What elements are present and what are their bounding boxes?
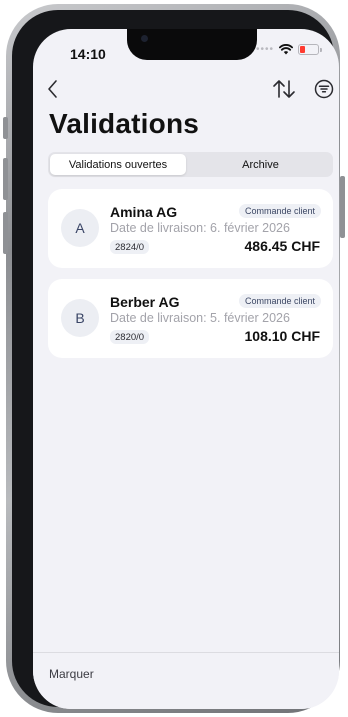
type-badge: Commande client	[238, 294, 321, 308]
power-button	[340, 176, 345, 238]
filter-circle-icon	[314, 79, 334, 99]
back-button[interactable]	[45, 78, 65, 100]
avatar: B	[61, 299, 99, 337]
volume-up-button	[3, 158, 8, 200]
customer-name: Amina AG	[110, 204, 178, 220]
order-number: 2824/0	[110, 240, 150, 254]
delivery-date: Date de livraison: 6. février 2026	[110, 221, 290, 235]
volume-down-button	[3, 212, 8, 254]
battery-icon	[298, 44, 322, 55]
tab-open-validations[interactable]: Validations ouvertes	[50, 154, 186, 175]
camera-icon	[141, 35, 148, 42]
page-title: Validations	[49, 108, 200, 139]
bottom-toolbar: Marquer	[33, 652, 339, 709]
action-button	[3, 117, 8, 139]
wifi-icon	[279, 44, 293, 55]
order-number: 2820/0	[110, 330, 150, 344]
customer-name: Berber AG	[110, 294, 180, 310]
chevron-left-icon	[48, 80, 57, 98]
order-amount: 486.45 CHF	[244, 238, 320, 254]
validation-card[interactable]: B Berber AG Commande client Date de livr…	[48, 279, 333, 358]
delivery-date: Date de livraison: 5. février 2026	[110, 311, 290, 325]
dynamic-island	[127, 29, 257, 60]
phone-bezel: 14:10 •••• Validations Validations ouver…	[12, 10, 339, 709]
status-indicators: ••••	[255, 44, 322, 55]
sort-button[interactable]	[271, 77, 297, 101]
status-time: 14:10	[70, 46, 106, 62]
battery-level	[300, 46, 305, 53]
app-screen: 14:10 •••• Validations Validations ouver…	[33, 29, 339, 709]
segmented-control: Validations ouvertes Archive	[48, 152, 333, 177]
validation-card[interactable]: A Amina AG Commande client Date de livra…	[48, 189, 333, 268]
filter-button[interactable]	[314, 79, 334, 99]
tab-archive[interactable]: Archive	[190, 154, 331, 175]
mark-button[interactable]: Marquer	[49, 667, 94, 681]
sort-arrows-icon	[273, 80, 295, 98]
order-amount: 108.10 CHF	[244, 328, 320, 344]
avatar: A	[61, 209, 99, 247]
cellular-signal-icon: ••••	[255, 44, 274, 55]
type-badge: Commande client	[238, 204, 321, 218]
